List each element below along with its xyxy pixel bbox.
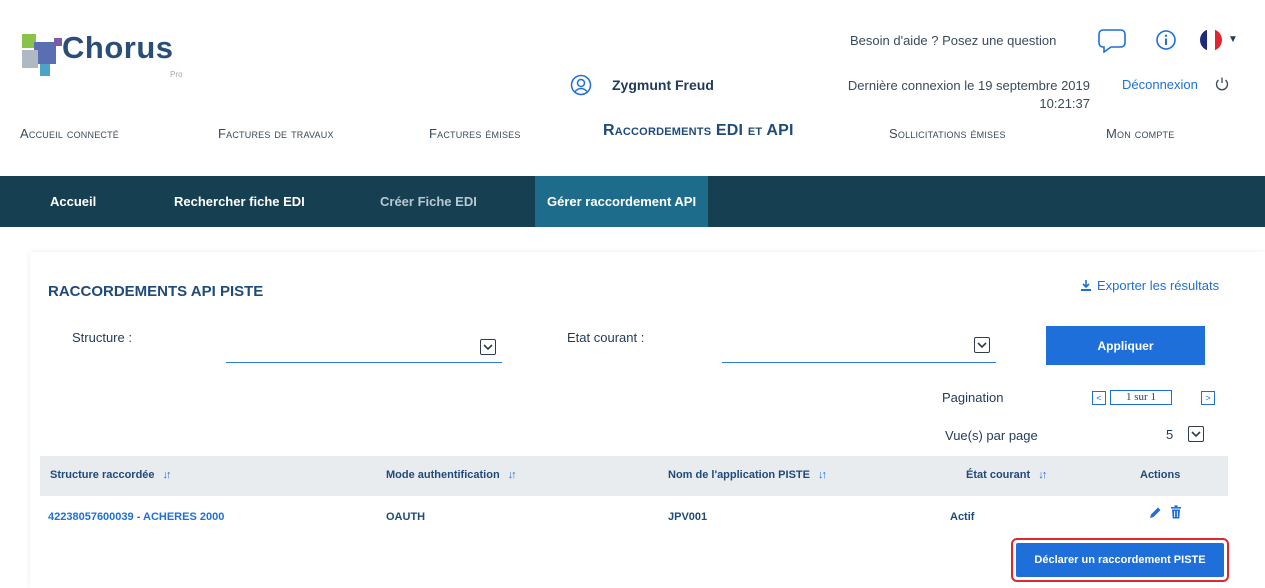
nav-accueil-connecte[interactable]: Accueil connecté [20, 126, 119, 141]
per-page-value: 5 [1166, 427, 1174, 442]
pagination-next-button[interactable]: > [1201, 391, 1215, 405]
chevron-down-icon[interactable] [1188, 426, 1204, 442]
power-icon[interactable] [1214, 76, 1230, 92]
chevron-down-icon[interactable] [974, 337, 990, 353]
flag-fr-icon[interactable] [1200, 29, 1222, 51]
chat-icon[interactable] [1097, 27, 1127, 53]
user-icon [570, 74, 592, 96]
column-mode[interactable]: Mode authentification ↓↑ [386, 469, 517, 481]
state-label: Etat courant : [567, 330, 645, 345]
state-select-underline [722, 362, 996, 363]
nav-factures-travaux[interactable]: Factures de travaux [218, 126, 334, 141]
logo-text: Chorus [62, 30, 174, 65]
declare-piste-button[interactable]: Déclarer un raccordement PISTE [1016, 543, 1224, 577]
last-login: Dernière connexion le 19 septembre 2019 … [815, 77, 1090, 113]
export-icon[interactable] [1080, 279, 1092, 292]
user-name[interactable]: Zygmunt Freud [612, 77, 714, 93]
pagination-field[interactable]: 1 sur 1 [1110, 390, 1172, 405]
nav-sollicitations-emises[interactable]: Sollicitations émises [889, 126, 1006, 141]
column-structure-label: Structure raccordée [50, 469, 155, 481]
info-icon[interactable] [1155, 29, 1177, 51]
apply-button[interactable]: Appliquer [1046, 326, 1205, 365]
logout-link[interactable]: Déconnexion [1122, 77, 1198, 92]
column-mode-label: Mode authentification [386, 469, 500, 481]
row-state: Actif [950, 511, 975, 523]
sort-icon[interactable]: ↓↑ [163, 469, 172, 481]
row-structure-link[interactable]: 42238057600039 - ACHERES 2000 [48, 511, 224, 523]
column-structure[interactable]: Structure raccordée ↓↑ [50, 469, 172, 481]
table-header: Structure raccordée ↓↑ Mode authentificat… [40, 456, 1228, 496]
pencil-icon[interactable] [1148, 506, 1162, 520]
nav-factures-emises[interactable]: Factures émises [429, 126, 521, 141]
logo-sub: Pro [170, 70, 183, 79]
help-link[interactable]: Besoin d'aide ? Posez une question [850, 33, 1056, 48]
last-login-date: Dernière connexion le 19 septembre 2019 [847, 78, 1090, 93]
nav-mon-compte[interactable]: Mon compte [1106, 126, 1174, 141]
chevron-down-icon[interactable] [480, 339, 496, 355]
row-mode: OAUTH [386, 511, 426, 523]
subnav-gerer-raccordement-api[interactable]: Gérer raccordement API [535, 176, 709, 227]
column-state[interactable]: État courant ↓↑ [966, 469, 1047, 481]
row-app-name: JPV001 [668, 511, 708, 523]
structure-select-underline [226, 362, 502, 363]
sub-nav: Accueil Rechercher fiche EDI Créer Fiche… [0, 176, 1265, 227]
declare-button-highlight: Déclarer un raccordement PISTE [1011, 538, 1229, 582]
per-page-select[interactable]: 5 [1162, 424, 1212, 444]
pagination-prev-button[interactable]: < [1092, 391, 1106, 405]
main-nav: Accueil connecté Factures de travaux Fac… [0, 122, 1265, 152]
last-login-time: 10:21:37 [1039, 96, 1090, 111]
per-page-label: Vue(s) par page [945, 428, 1038, 443]
structure-select[interactable] [226, 332, 502, 363]
trash-icon[interactable] [1170, 505, 1182, 519]
sort-icon[interactable]: ↓↑ [1038, 469, 1047, 481]
language-caret-icon[interactable]: ▼ [1228, 34, 1238, 45]
structure-label: Structure : [72, 330, 132, 345]
state-select[interactable] [722, 332, 996, 363]
subnav-rechercher-fiche-edi[interactable]: Rechercher fiche EDI [162, 176, 317, 227]
column-actions: Actions [1140, 469, 1181, 481]
page-title: RACCORDEMENTS API PISTE [48, 283, 264, 300]
subnav-creer-fiche-edi[interactable]: Créer Fiche EDI [368, 176, 489, 227]
sort-icon[interactable]: ↓↑ [818, 469, 827, 481]
column-state-label: État courant [966, 469, 1031, 481]
sort-icon[interactable]: ↓↑ [508, 469, 517, 481]
nav-raccordements-edi-api[interactable]: Raccordements EDI et API [603, 122, 794, 140]
column-app-name[interactable]: Nom de l'application PISTE ↓↑ [668, 469, 827, 481]
subnav-accueil[interactable]: Accueil [38, 176, 108, 227]
export-results-link[interactable]: Exporter les résultats [1097, 278, 1219, 293]
pagination-label: Pagination [942, 390, 1004, 405]
column-app-name-label: Nom de l'application PISTE [668, 469, 810, 481]
